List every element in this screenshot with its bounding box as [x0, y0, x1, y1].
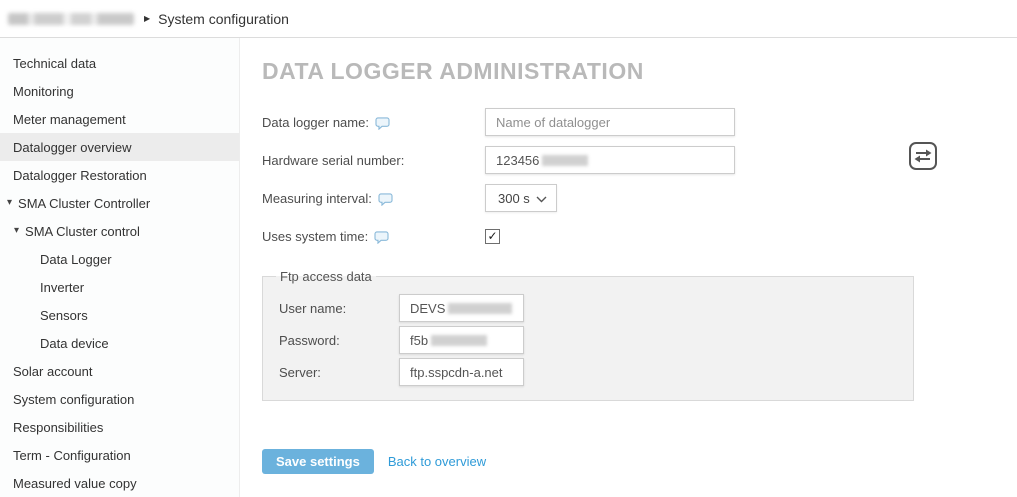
password-value: f5b: [410, 333, 428, 348]
ftp-username-label: User name:: [279, 301, 399, 316]
page-title: DATA LOGGER ADMINISTRATION: [262, 58, 1017, 85]
sidebar-item-sensors[interactable]: Sensors: [0, 301, 239, 329]
save-settings-button[interactable]: Save settings: [262, 449, 374, 474]
sidebar-item-label: Solar account: [13, 364, 93, 379]
sidebar-item-label: Meter management: [13, 112, 126, 127]
field-label-text: Hardware serial number:: [262, 153, 404, 168]
ftp-access-fieldset: Ftp access data User name: DEVS Password…: [262, 269, 914, 401]
sidebar-item-label: Data device: [40, 336, 109, 351]
uses-system-time-row: Uses system time: ✓: [262, 222, 1017, 250]
tooltip-bubble-icon[interactable]: [375, 117, 390, 130]
sidebar-item-label: Data Logger: [40, 252, 112, 267]
sidebar-item-system-configuration[interactable]: System configuration: [0, 385, 239, 413]
breadcrumb: ▶ System configuration: [0, 0, 1017, 38]
ftp-password-label: Password:: [279, 333, 399, 348]
sidebar-item-label: Responsibilities: [13, 420, 103, 435]
datalogger-name-row: Data logger name:: [262, 108, 1017, 136]
tooltip-bubble-icon[interactable]: [374, 231, 389, 244]
sidebar-item-measured-value-copy[interactable]: Measured value copy: [0, 469, 239, 497]
sidebar: Technical data Monitoring Meter manageme…: [0, 38, 240, 497]
sidebar-item-sma-cluster-control[interactable]: ▾ SMA Cluster control: [0, 217, 239, 245]
hardware-serial-input[interactable]: 123456: [485, 146, 735, 174]
sidebar-item-label: Sensors: [40, 308, 88, 323]
transfer-arrows-icon[interactable]: [908, 141, 938, 171]
uses-system-time-checkbox[interactable]: ✓: [485, 229, 500, 244]
checkmark-icon: ✓: [487, 230, 497, 242]
chevron-down-icon: [536, 191, 547, 206]
select-value: 300 s: [498, 191, 530, 206]
sidebar-item-data-device[interactable]: Data device: [0, 329, 239, 357]
ftp-server-label: Server:: [279, 365, 399, 380]
sidebar-item-datalogger-restoration[interactable]: Datalogger Restoration: [0, 161, 239, 189]
redacted-password-suffix: [431, 335, 487, 346]
hardware-serial-row: Hardware serial number: 123456: [262, 146, 1017, 174]
field-label-text: Data logger name:: [262, 115, 369, 130]
sidebar-item-label: System configuration: [13, 392, 134, 407]
sidebar-item-label: SMA Cluster Controller: [18, 196, 150, 211]
sidebar-item-datalogger-overview[interactable]: Datalogger overview: [0, 133, 239, 161]
measuring-interval-label: Measuring interval:: [262, 191, 485, 206]
server-value: ftp.sspcdn-a.net: [410, 365, 503, 380]
breadcrumb-arrow-icon: ▶: [144, 14, 150, 23]
sidebar-item-sma-cluster-controller[interactable]: ▾ SMA Cluster Controller: [0, 189, 239, 217]
sidebar-item-label: SMA Cluster control: [25, 224, 140, 239]
measuring-interval-row: Measuring interval: 300 s: [262, 184, 1017, 212]
sidebar-item-label: Measured value copy: [13, 476, 137, 491]
serial-value: 123456: [496, 153, 539, 168]
sidebar-item-label: Datalogger overview: [13, 140, 132, 155]
hardware-serial-label: Hardware serial number:: [262, 153, 485, 168]
redacted-site-name: [8, 13, 134, 25]
main-content: DATA LOGGER ADMINISTRATION Data logger n…: [240, 38, 1017, 497]
chevron-down-icon[interactable]: ▾: [14, 226, 19, 236]
sidebar-item-inverter[interactable]: Inverter: [0, 273, 239, 301]
ftp-legend: Ftp access data: [276, 269, 376, 284]
sidebar-item-solar-account[interactable]: Solar account: [0, 357, 239, 385]
sidebar-item-data-logger[interactable]: Data Logger: [0, 245, 239, 273]
sidebar-item-meter-management[interactable]: Meter management: [0, 105, 239, 133]
uses-system-time-label: Uses system time:: [262, 229, 485, 244]
back-to-overview-link[interactable]: Back to overview: [388, 454, 486, 469]
ftp-password-row: Password: f5b: [279, 326, 913, 354]
sidebar-item-label: Datalogger Restoration: [13, 168, 147, 183]
ftp-username-input[interactable]: DEVS: [399, 294, 524, 322]
datalogger-name-input[interactable]: [485, 108, 735, 136]
footer-actions: Save settings Back to overview: [262, 449, 1017, 474]
breadcrumb-current: System configuration: [158, 11, 289, 27]
field-label-text: Uses system time:: [262, 229, 368, 244]
sidebar-item-term-configuration[interactable]: Term - Configuration: [0, 441, 239, 469]
sidebar-item-monitoring[interactable]: Monitoring: [0, 77, 239, 105]
chevron-down-icon[interactable]: ▾: [7, 198, 12, 208]
sidebar-item-label: Technical data: [13, 56, 96, 71]
username-value: DEVS: [410, 301, 445, 316]
measuring-interval-select[interactable]: 300 s: [485, 184, 557, 212]
sidebar-item-label: Inverter: [40, 280, 84, 295]
field-label-text: Measuring interval:: [262, 191, 372, 206]
sidebar-item-responsibilities[interactable]: Responsibilities: [0, 413, 239, 441]
sidebar-item-label: Term - Configuration: [13, 448, 131, 463]
ftp-username-row: User name: DEVS: [279, 294, 913, 322]
datalogger-name-label: Data logger name:: [262, 115, 485, 130]
ftp-server-row: Server: ftp.sspcdn-a.net: [279, 358, 913, 386]
tooltip-bubble-icon[interactable]: [378, 193, 393, 206]
sidebar-item-label: Monitoring: [13, 84, 74, 99]
ftp-server-input[interactable]: ftp.sspcdn-a.net: [399, 358, 524, 386]
sidebar-item-technical-data[interactable]: Technical data: [0, 49, 239, 77]
redacted-serial-suffix: [542, 155, 588, 166]
ftp-password-input[interactable]: f5b: [399, 326, 524, 354]
redacted-username-suffix: [448, 303, 512, 314]
